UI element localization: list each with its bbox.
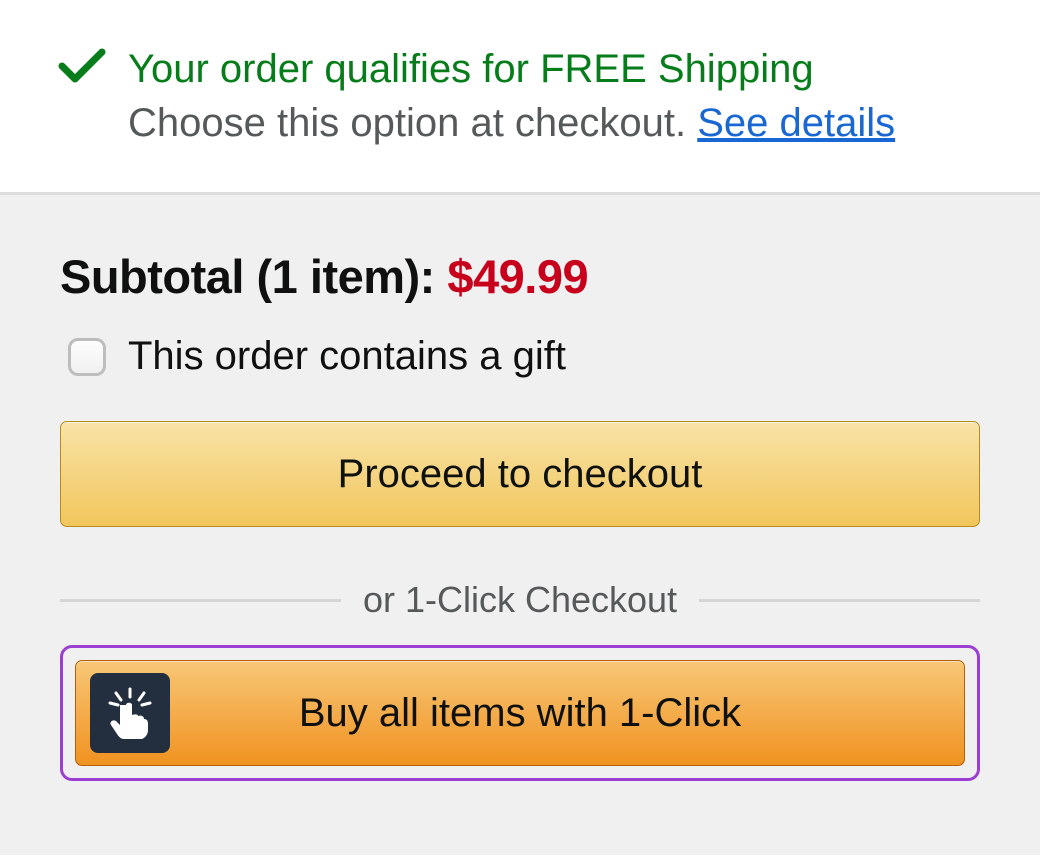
shipping-title: Your order qualifies for FREE Shipping bbox=[128, 42, 895, 96]
shipping-subtext: Choose this option at checkout. bbox=[128, 101, 697, 145]
gift-label: This order contains a gift bbox=[128, 334, 566, 379]
one-click-highlight: Buy all items with 1-Click bbox=[60, 645, 980, 781]
divider-line-right bbox=[699, 599, 980, 602]
gift-checkbox[interactable] bbox=[68, 338, 106, 376]
one-click-divider: or 1-Click Checkout bbox=[60, 579, 980, 621]
subtotal-line: Subtotal (1 item): $49.99 bbox=[60, 249, 980, 304]
divider-label: or 1-Click Checkout bbox=[363, 579, 677, 621]
subtotal-amount: $49.99 bbox=[447, 250, 588, 303]
see-details-link[interactable]: See details bbox=[697, 101, 895, 145]
one-click-button-label: Buy all items with 1-Click bbox=[299, 691, 741, 736]
proceed-to-checkout-button[interactable]: Proceed to checkout bbox=[60, 421, 980, 527]
checkout-button-label: Proceed to checkout bbox=[338, 452, 703, 497]
divider-line-left bbox=[60, 599, 341, 602]
subtotal-label: Subtotal (1 item): bbox=[60, 250, 447, 303]
cart-summary-panel: Subtotal (1 item): $49.99 This order con… bbox=[0, 195, 1040, 855]
free-shipping-banner: Your order qualifies for FREE Shipping C… bbox=[0, 0, 1040, 195]
one-click-icon bbox=[90, 673, 170, 753]
checkmark-icon bbox=[58, 42, 106, 91]
buy-with-one-click-button[interactable]: Buy all items with 1-Click bbox=[75, 660, 965, 766]
gift-option-row[interactable]: This order contains a gift bbox=[68, 334, 980, 379]
